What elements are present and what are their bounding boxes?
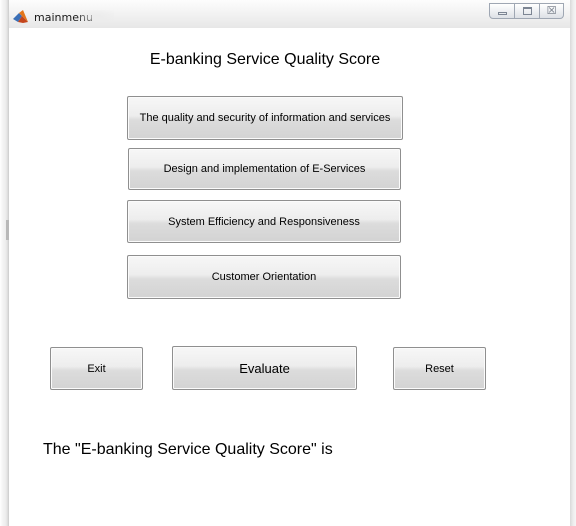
customer-orientation-button[interactable]: Customer Orientation xyxy=(127,255,401,299)
title-blur xyxy=(80,10,114,23)
quality-security-button[interactable]: The quality and security of information … xyxy=(127,96,403,140)
window-controls: ☒ xyxy=(489,3,564,23)
evaluate-button[interactable]: Evaluate xyxy=(172,346,357,390)
frame-stripe xyxy=(6,220,9,240)
right-window-frame xyxy=(570,0,576,526)
reset-button[interactable]: Reset xyxy=(393,347,486,390)
matlab-logo-icon xyxy=(13,10,28,23)
left-window-frame xyxy=(0,0,9,526)
close-button[interactable]: ☒ xyxy=(540,3,564,19)
result-label: The "E-banking Service Quality Score" is xyxy=(43,441,333,458)
maximize-icon xyxy=(523,7,532,15)
design-implementation-button[interactable]: Design and implementation of E-Services xyxy=(128,148,401,190)
minimize-button[interactable] xyxy=(489,3,515,19)
close-icon: ☒ xyxy=(546,4,557,17)
system-efficiency-button[interactable]: System Efficiency and Responsiveness xyxy=(127,200,401,243)
main-window: mainmenu ☒ E-banking Service Quality Sco… xyxy=(0,0,576,526)
title-bar[interactable]: mainmenu ☒ xyxy=(0,0,576,28)
exit-button[interactable]: Exit xyxy=(50,347,143,390)
page-title: E-banking Service Quality Score xyxy=(149,51,381,68)
maximize-button[interactable] xyxy=(515,3,540,19)
minimize-icon xyxy=(498,12,507,15)
